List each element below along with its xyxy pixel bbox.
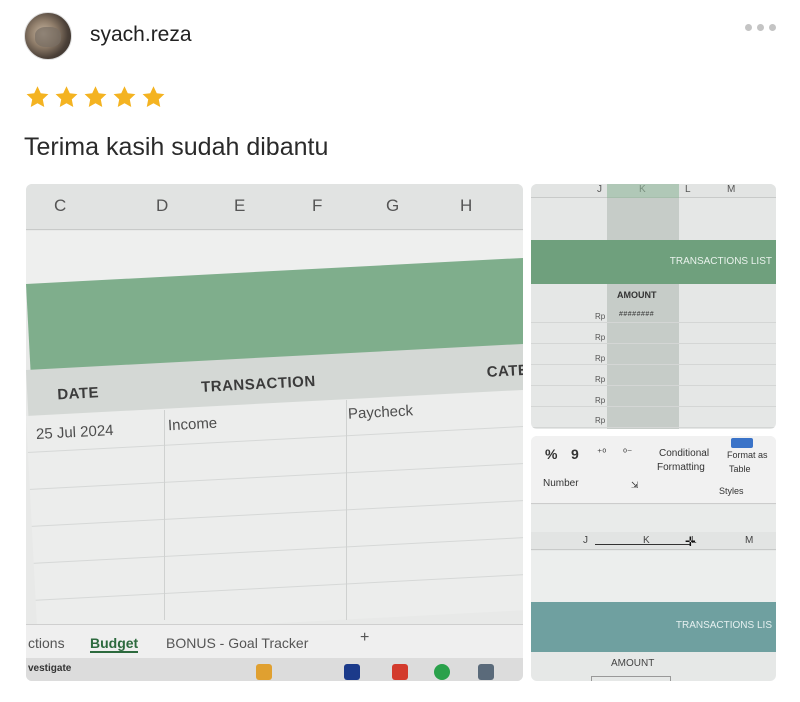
calculator-icon[interactable] — [478, 664, 494, 680]
taskbar: vestigate — [26, 658, 523, 681]
more-dot — [745, 24, 752, 31]
banner-title: TRANSACTIONS LIST — [669, 256, 772, 267]
col-label: C — [54, 196, 67, 215]
col-label: L — [685, 184, 691, 195]
col-label: J — [597, 184, 602, 195]
star-icon — [26, 86, 49, 107]
comma-style-button[interactable]: 9 — [571, 446, 579, 462]
amount-cell — [591, 676, 671, 681]
tab-transactions[interactable]: ctions — [28, 635, 65, 651]
cell-type: Income — [167, 414, 218, 435]
col-label: F — [312, 196, 323, 215]
col-label: M — [745, 535, 754, 546]
more-icon[interactable] — [745, 24, 776, 31]
transactions-banner: TRANSACTIONS LIS — [531, 602, 776, 652]
header-transaction: TRANSACTION — [200, 372, 317, 396]
currency-label: Rp — [595, 416, 606, 425]
blank-rows — [531, 551, 776, 602]
col-label: H — [460, 196, 473, 215]
review-text: Terima kasih sudah dibantu — [24, 133, 329, 161]
star-icon — [142, 86, 165, 107]
currency-label: Rp — [595, 354, 606, 363]
status-label: vestigate — [28, 663, 72, 674]
grid-divider — [346, 400, 347, 620]
review-photo-main[interactable]: C D E F G H DATE TRANSACTION CATE 25 Jul… — [26, 184, 523, 681]
more-dot — [769, 24, 776, 31]
amount-header: AMOUNT — [617, 290, 657, 300]
col-label: E — [234, 196, 246, 215]
number-group-label: Number — [543, 478, 579, 489]
whatsapp-icon[interactable] — [434, 664, 450, 680]
header-category: CATE — [486, 361, 523, 381]
review-photo-bottom-right[interactable]: % 9 ⁺⁰ ⁰⁻ Number ⇲ Conditional Formattin… — [531, 436, 776, 681]
header-date: DATE — [56, 384, 100, 404]
rating-stars — [24, 84, 167, 111]
username[interactable]: syach.reza — [90, 23, 192, 47]
col-label: M — [727, 184, 736, 195]
dialog-launcher-icon[interactable]: ⇲ — [631, 480, 639, 491]
currency-label: Rp — [595, 333, 606, 342]
mail-icon[interactable] — [392, 664, 408, 680]
more-dot — [757, 24, 764, 31]
overflow-value: ######## — [619, 311, 655, 318]
format-table-icon — [731, 438, 753, 448]
format-table-label: Table — [729, 464, 751, 474]
star-icon — [55, 86, 78, 107]
folder-icon[interactable] — [256, 664, 272, 680]
styles-group-label: Styles — [719, 486, 744, 496]
post-header: syach.reza — [24, 12, 776, 62]
conditional-formatting-button[interactable]: Conditional — [659, 448, 709, 459]
currency-label: Rp — [595, 375, 606, 384]
star-icon — [113, 86, 136, 107]
transactions-banner: TRANSACTIONS LIST — [531, 240, 776, 284]
column-resize-line — [595, 544, 691, 545]
add-sheet-icon[interactable]: + — [360, 629, 369, 647]
cell-desc: Paycheck — [347, 402, 414, 423]
avatar[interactable] — [24, 12, 72, 60]
decimal-increase-icon[interactable]: ⁺⁰ — [597, 448, 606, 459]
formula-area — [531, 505, 776, 532]
percent-style-button[interactable]: % — [545, 446, 557, 462]
grid-divider — [164, 410, 165, 620]
col-label: D — [156, 196, 169, 215]
format-as-table-button[interactable]: Format as — [727, 450, 768, 460]
column-header-row: J K L M ✛ — [531, 532, 776, 550]
excel-ribbon: % 9 ⁺⁰ ⁰⁻ Number ⇲ Conditional Formattin… — [531, 436, 776, 504]
col-label: G — [386, 196, 400, 215]
decimal-decrease-icon[interactable]: ⁰⁻ — [623, 448, 632, 459]
sheet-tabs: ctions Budget BONUS - Goal Tracker + — [26, 624, 523, 658]
conditional-formatting-label: Formatting — [657, 462, 705, 473]
col-label: J — [583, 535, 588, 546]
selected-column-header — [607, 184, 679, 198]
review-photo-top-right[interactable]: J K L M TRANSACTIONS LIST AMOUNT #######… — [531, 184, 776, 429]
data-rows — [531, 302, 776, 429]
currency-label: Rp — [595, 396, 606, 405]
currency-label: Rp — [595, 312, 606, 321]
tab-goal-tracker[interactable]: BONUS - Goal Tracker — [166, 635, 308, 651]
star-icon — [84, 86, 107, 107]
app-icon[interactable] — [344, 664, 360, 680]
amount-header: AMOUNT — [611, 658, 655, 669]
resize-cursor-icon[interactable]: ✛ — [685, 534, 696, 550]
column-header-row: C D E F G H — [26, 184, 523, 230]
tab-budget[interactable]: Budget — [90, 635, 139, 653]
banner-title: TRANSACTIONS LIS — [675, 620, 772, 631]
